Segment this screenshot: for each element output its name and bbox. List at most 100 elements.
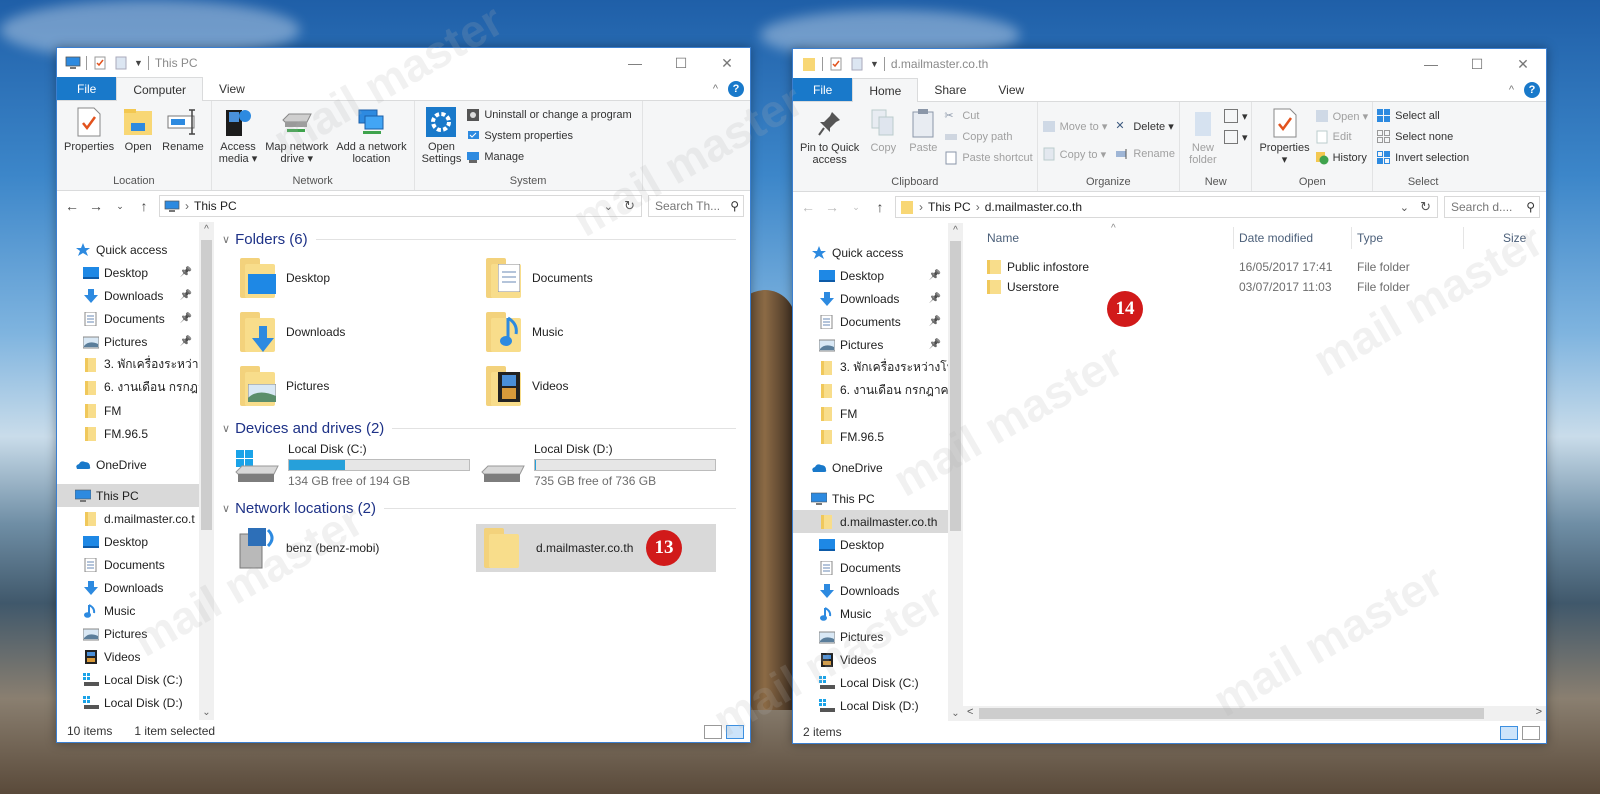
column-separator[interactable] bbox=[1463, 227, 1464, 249]
system-properties-button[interactable]: System properties bbox=[466, 127, 631, 145]
scroll-down-icon[interactable]: ⌄ bbox=[948, 708, 963, 719]
access-media-button[interactable]: Access media ▾ bbox=[216, 104, 261, 167]
open-button[interactable]: Open ▾ bbox=[1315, 107, 1368, 125]
nav-item-onedrive[interactable]: OneDrive bbox=[57, 453, 214, 476]
scroll-left-icon[interactable]: < bbox=[967, 706, 973, 718]
large-icons-view-button[interactable] bbox=[726, 725, 744, 739]
close-button[interactable]: ✕ bbox=[1500, 49, 1546, 79]
invert-selection-button[interactable]: Invert selection bbox=[1377, 149, 1469, 167]
nav-item-6-60[interactable]: 6. งานเดือน กรกฎาคม 60 bbox=[793, 379, 963, 402]
rename-button[interactable]: Rename bbox=[1115, 145, 1175, 163]
folder-tile-pictures[interactable]: Pictures bbox=[240, 366, 329, 406]
refresh-icon[interactable]: ↻ bbox=[624, 198, 635, 214]
nav-item-quick-access[interactable]: Quick access bbox=[793, 241, 963, 264]
nav-item-documents[interactable]: Documents bbox=[793, 556, 963, 579]
forward-button[interactable]: → bbox=[823, 199, 841, 215]
collapse-ribbon-icon[interactable]: ^ bbox=[1509, 84, 1514, 96]
nav-item-pictures[interactable]: Pictures bbox=[57, 622, 214, 645]
nav-item-documents[interactable]: Documents bbox=[57, 553, 214, 576]
help-icon[interactable]: ? bbox=[728, 81, 744, 97]
refresh-icon[interactable]: ↻ bbox=[1420, 199, 1431, 215]
edit-button[interactable]: Edit bbox=[1315, 128, 1369, 146]
details-view-button[interactable] bbox=[704, 725, 722, 739]
new-folder-icon[interactable] bbox=[113, 56, 129, 70]
scrollbar-thumb[interactable] bbox=[950, 241, 961, 531]
open-button[interactable]: Open bbox=[119, 104, 157, 155]
address-bar[interactable]: › This PC ⌄ ↻ bbox=[159, 195, 642, 217]
tab-view[interactable]: View bbox=[982, 78, 1040, 101]
customize-qat-dropdown-icon[interactable]: ▼ bbox=[134, 58, 143, 68]
nav-item-fm-96-5[interactable]: FM.96.5 bbox=[57, 422, 214, 445]
folder-tile-music[interactable]: Music bbox=[486, 312, 563, 352]
scrollbar-thumb[interactable] bbox=[979, 708, 1484, 719]
rename-button[interactable]: Rename bbox=[159, 104, 207, 155]
open-settings-button[interactable]: Open Settings bbox=[419, 104, 465, 167]
recent-locations-dropdown[interactable]: ⌄ bbox=[111, 201, 129, 212]
address-dropdown-icon[interactable]: ⌄ bbox=[604, 200, 613, 213]
horizontal-scrollbar[interactable]: < > bbox=[963, 706, 1546, 721]
drive-tile-c[interactable]: Local Disk (C:) 134 GB free of 194 GB bbox=[234, 442, 470, 488]
folder-tile-documents[interactable]: Documents bbox=[486, 258, 593, 298]
properties-icon[interactable] bbox=[92, 56, 108, 70]
up-button[interactable]: ↑ bbox=[871, 199, 889, 215]
section-drives-header[interactable]: ∨ Devices and drives (2) bbox=[222, 417, 750, 439]
file-row[interactable]: Userstore 03/07/2017 11:03 File folder bbox=[987, 277, 1546, 297]
tab-file[interactable]: File bbox=[793, 78, 853, 101]
nav-item-music[interactable]: Music bbox=[57, 599, 214, 622]
nav-item-d-mailmaster-co-th[interactable]: d.mailmaster.co.th bbox=[793, 510, 963, 533]
nav-scrollbar[interactable]: ^ ⌄ bbox=[948, 223, 963, 721]
maximize-button[interactable]: ☐ bbox=[1454, 49, 1500, 79]
nav-item-fm[interactable]: FM bbox=[57, 399, 214, 422]
properties-button[interactable]: Properties ▾ bbox=[1256, 105, 1312, 168]
scroll-right-icon[interactable]: > bbox=[1536, 706, 1542, 718]
up-button[interactable]: ↑ bbox=[135, 198, 153, 214]
nav-item-downloads[interactable]: Downloads bbox=[57, 576, 214, 599]
new-item-button[interactable]: ▾ bbox=[1223, 107, 1247, 125]
customize-qat-dropdown-icon[interactable]: ▼ bbox=[870, 59, 879, 69]
maximize-button[interactable]: ☐ bbox=[658, 48, 704, 78]
forward-button[interactable]: → bbox=[87, 198, 105, 214]
properties-icon[interactable] bbox=[828, 57, 844, 71]
nav-item-fm-96-5[interactable]: FM.96.5 bbox=[793, 425, 963, 448]
nav-item-music[interactable]: Music bbox=[793, 602, 963, 625]
new-folder-button[interactable]: New folder bbox=[1184, 105, 1222, 168]
nav-item-fm[interactable]: FM bbox=[793, 402, 963, 425]
nav-item-desktop[interactable]: Desktop bbox=[793, 533, 963, 556]
uninstall-program-button[interactable]: Uninstall or change a program bbox=[466, 106, 632, 124]
nav-item-3[interactable]: 3. พักเครื่องระหว่างโห bbox=[57, 353, 214, 376]
address-dropdown-icon[interactable]: ⌄ bbox=[1400, 201, 1409, 214]
easy-access-button[interactable]: ▾ bbox=[1223, 128, 1247, 146]
new-folder-icon[interactable] bbox=[849, 57, 865, 71]
nav-item-local-disk-d[interactable]: Local Disk (D:) bbox=[57, 691, 214, 714]
select-none-button[interactable]: Select none bbox=[1377, 128, 1469, 146]
breadcrumb-d-mailmaster[interactable]: d.mailmaster.co.th bbox=[985, 200, 1082, 214]
delete-button[interactable]: ✕ Delete ▾ bbox=[1115, 117, 1175, 135]
move-to-button[interactable]: Move to ▾ bbox=[1042, 117, 1107, 135]
copy-button[interactable]: Copy bbox=[864, 105, 902, 156]
file-row[interactable]: Public infostore 16/05/2017 17:41 File f… bbox=[987, 257, 1546, 277]
manage-button[interactable]: Manage bbox=[466, 148, 631, 166]
column-header-type[interactable]: Type bbox=[1357, 231, 1383, 245]
close-button[interactable]: ✕ bbox=[704, 48, 750, 78]
nav-item-downloads[interactable]: Downloads 📌 bbox=[793, 287, 963, 310]
nav-item-6[interactable]: 6. งานเดือน กรกฎาค bbox=[57, 376, 214, 399]
map-network-drive-button[interactable]: Map network drive ▾ bbox=[262, 104, 331, 167]
cut-button[interactable]: ✂ Cut bbox=[944, 107, 1032, 125]
nav-item-downloads[interactable]: Downloads 📌 bbox=[57, 284, 214, 307]
nav-item-3-sl[interactable]: 3. พักเครื่องระหว่างโหมด Sl bbox=[793, 356, 963, 379]
minimize-button[interactable]: — bbox=[612, 48, 658, 78]
scroll-down-icon[interactable]: ⌄ bbox=[199, 707, 214, 718]
address-bar[interactable]: › This PC › d.mailmaster.co.th ⌄ ↻ bbox=[895, 196, 1438, 218]
column-header-name[interactable]: Name bbox=[987, 231, 1019, 245]
nav-item-videos[interactable]: Videos bbox=[57, 645, 214, 668]
nav-item-desktop[interactable]: Desktop bbox=[57, 530, 214, 553]
nav-item-this-pc[interactable]: This PC bbox=[793, 487, 963, 510]
copy-path-button[interactable]: Copy path bbox=[944, 128, 1032, 146]
column-header-date-modified[interactable]: Date modified bbox=[1239, 231, 1313, 245]
breadcrumb-this-pc[interactable]: This PC bbox=[194, 199, 237, 213]
folder-tile-desktop[interactable]: Desktop bbox=[240, 258, 330, 298]
search-box[interactable]: Search Th... ⚲ bbox=[648, 195, 744, 217]
nav-item-videos[interactable]: Videos bbox=[793, 648, 963, 671]
large-icons-view-button[interactable] bbox=[1522, 726, 1540, 740]
tab-computer[interactable]: Computer bbox=[116, 77, 204, 101]
